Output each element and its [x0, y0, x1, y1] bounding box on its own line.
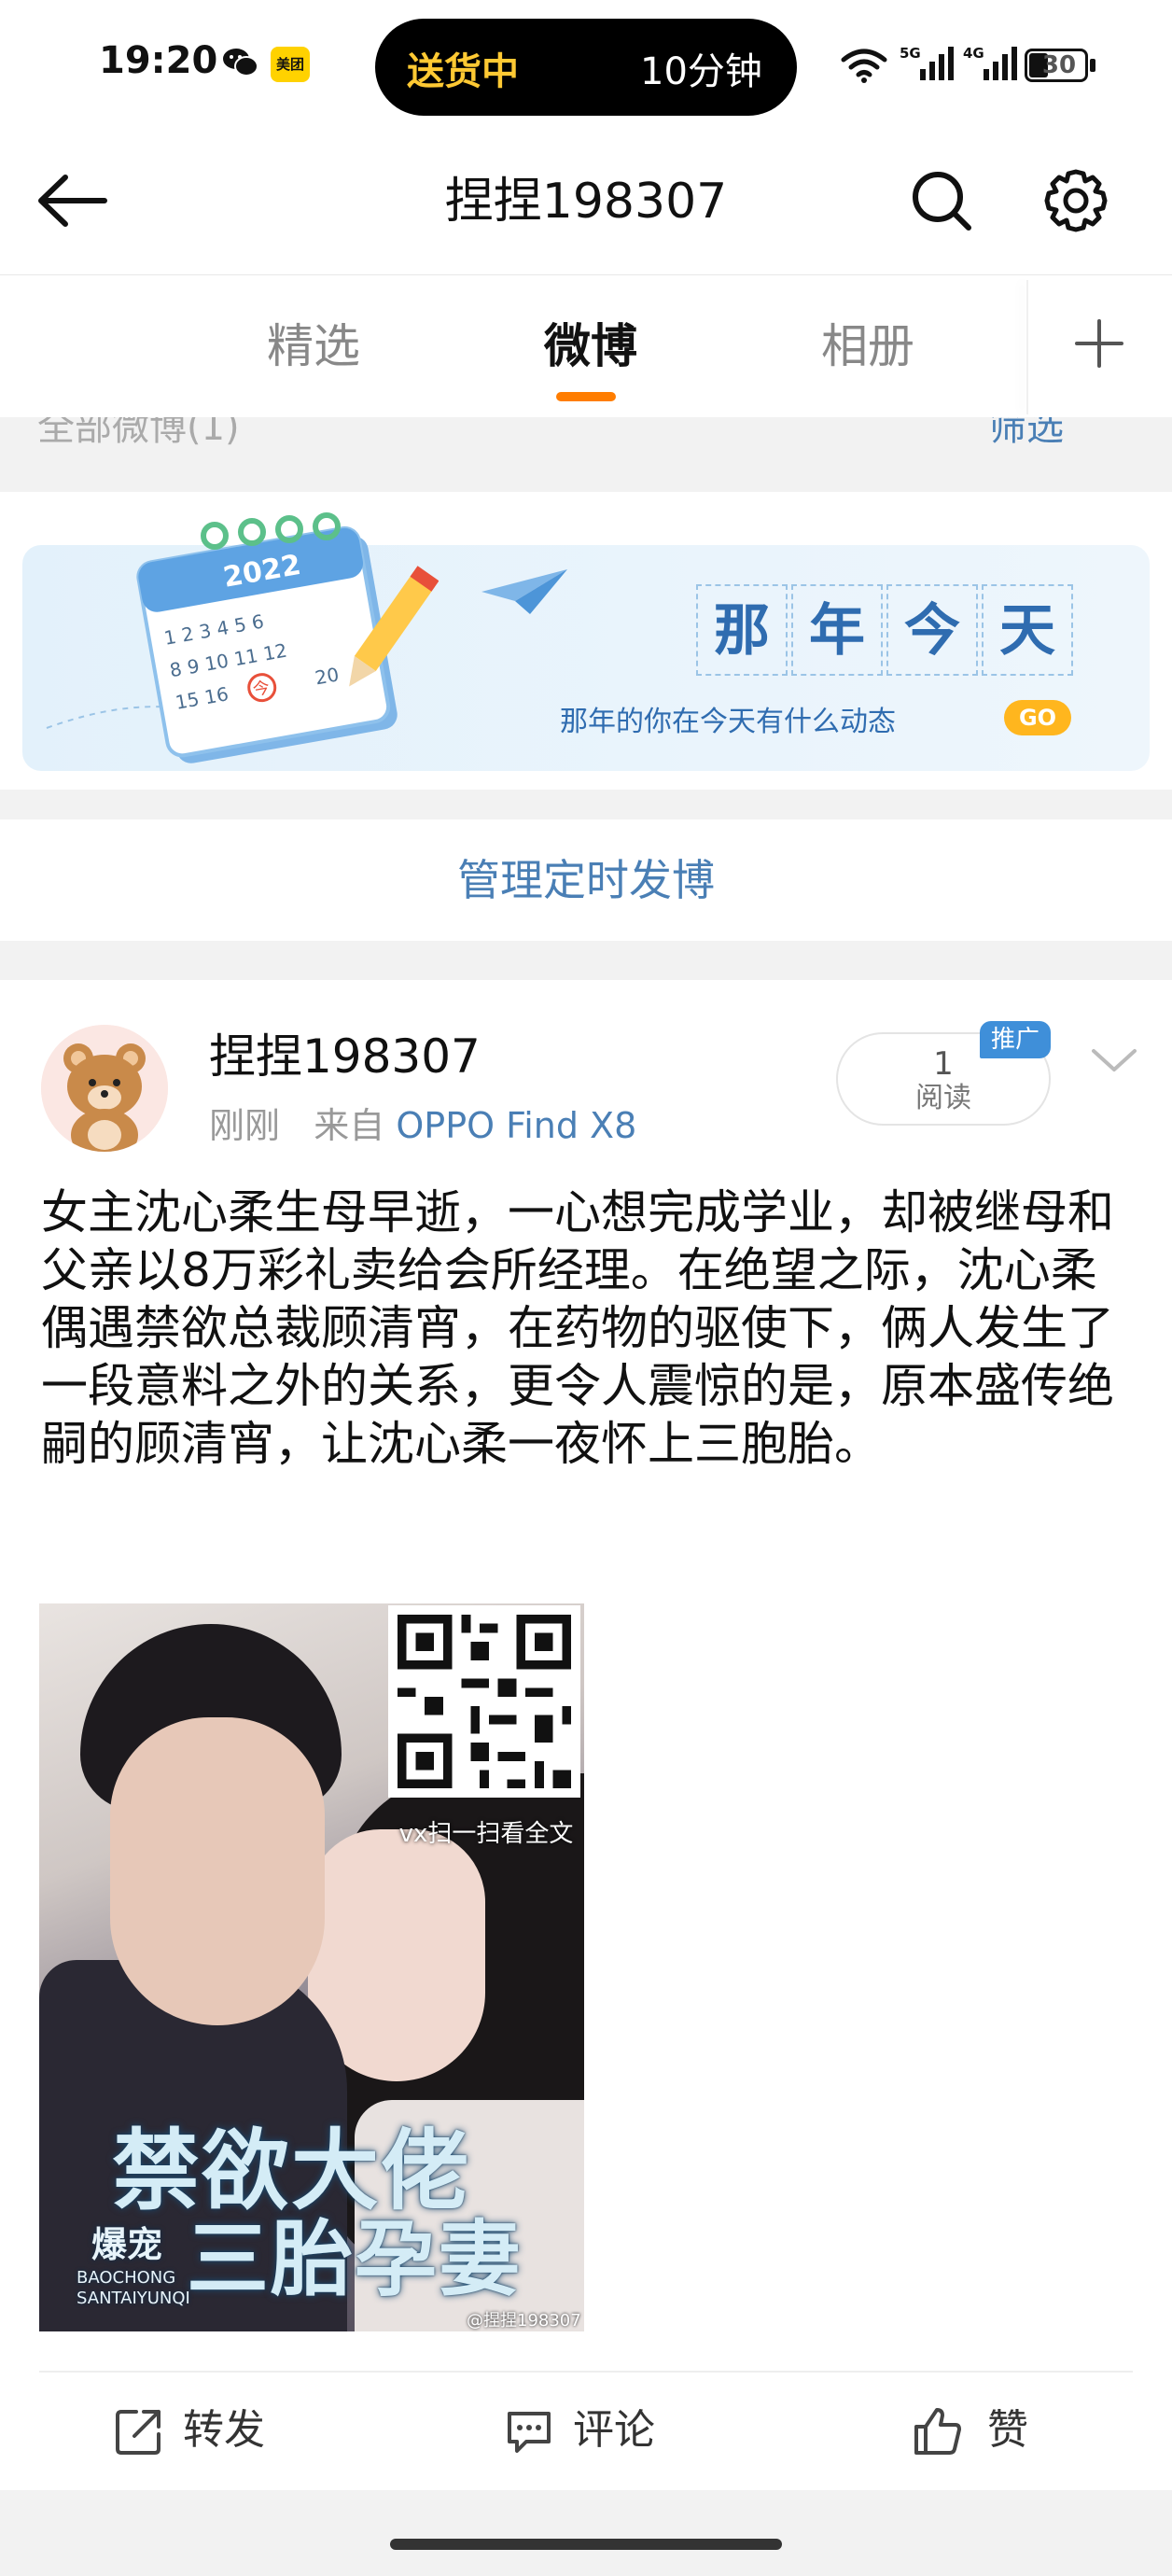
calendar-illustration-icon: 2022 1 2 3 4 5 6 8 9 10 11 12 15 16 20 今: [46, 512, 439, 763]
post-text: 女主沈心柔生母早逝，一心想完成学业，却被继母和父亲以8万彩礼卖给会所经理。在绝望…: [41, 1185, 1114, 1471]
post-time: 刚刚: [209, 1105, 281, 1146]
promote-badge[interactable]: 推广: [980, 1021, 1051, 1058]
image-pinyin: BAOCHONG SANTAIYUNQI: [77, 2268, 190, 2309]
image-badge: 爆宠: [91, 2224, 163, 2265]
bottom-area: [0, 2490, 1172, 2576]
section-divider: [0, 473, 1172, 492]
qr-code-icon: [388, 1605, 580, 1798]
active-tab-indicator: [556, 392, 616, 401]
post-device[interactable]: OPPO Find X8: [396, 1105, 636, 1146]
repost-button[interactable]: 转发: [183, 2402, 265, 2458]
svg-text:20: 20: [314, 663, 341, 689]
tab-album[interactable]: 相册: [812, 314, 924, 379]
like-button[interactable]: 赞: [987, 2402, 1028, 2458]
svg-text:4G: 4G: [963, 45, 984, 62]
on-this-day-title: 那 年 今 天: [696, 584, 1075, 681]
qr-caption: vx扫一扫看全文: [398, 1820, 574, 1848]
delivery-eta: 10分钟: [640, 50, 762, 93]
image-title-line2: 三胎孕妻: [187, 2210, 523, 2307]
image-man-face: [110, 1717, 325, 2025]
search-icon[interactable]: [909, 168, 974, 233]
avatar[interactable]: [41, 1025, 168, 1152]
paper-plane-icon: [481, 569, 567, 614]
home-indicator[interactable]: [390, 2539, 782, 2550]
section-divider: [0, 790, 1172, 819]
title-char: 今: [886, 584, 978, 676]
filter-button[interactable]: 筛选: [989, 417, 1064, 451]
title-char: 那: [696, 584, 788, 676]
image-watermark: @捏捏198307: [467, 2311, 581, 2331]
image-pinyin-line2: SANTAIYUNQI: [77, 2289, 190, 2308]
filter-bar-peek: 全部微博(1) 筛选: [0, 417, 1172, 473]
tab-divider: [1026, 280, 1028, 414]
all-posts-count[interactable]: 全部微博(1): [37, 417, 240, 451]
image-pinyin-line1: BAOCHONG: [77, 2268, 176, 2288]
svg-text:5G: 5G: [900, 45, 921, 62]
battery-level: 30: [1041, 51, 1077, 79]
gear-icon[interactable]: [1041, 166, 1110, 235]
comment-button[interactable]: 评论: [573, 2402, 655, 2458]
meituan-icon: 美团: [271, 47, 310, 82]
post-source-prefix: 来自: [314, 1105, 385, 1146]
title-char: 天: [982, 584, 1073, 676]
plus-icon[interactable]: [1073, 317, 1125, 370]
repost-icon[interactable]: [114, 2406, 164, 2457]
tab-featured[interactable]: 精选: [258, 314, 370, 379]
delivery-status: 送货中: [407, 50, 519, 93]
banner-subtitle: 那年的你在今天有什么动态: [560, 706, 896, 738]
svg-text:今: 今: [251, 678, 271, 700]
comment-icon[interactable]: [504, 2406, 554, 2457]
chevron-down-icon[interactable]: [1088, 1042, 1140, 1079]
go-button[interactable]: GO: [1004, 700, 1071, 735]
thumbs-up-icon[interactable]: [913, 2406, 963, 2457]
wechat-icon: [223, 49, 258, 77]
status-time: 19:20: [99, 39, 218, 82]
tab-weibo[interactable]: 微博: [532, 314, 649, 379]
signal-4g-icon: 4G: [963, 45, 1017, 80]
read-label: 阅读: [915, 1082, 971, 1114]
manage-scheduled-posts-button[interactable]: 管理定时发博: [0, 819, 1172, 941]
back-arrow-icon[interactable]: [34, 168, 112, 233]
action-divider: [39, 2371, 1133, 2373]
post-meta: 刚刚 来自 OPPO Find X8: [209, 1099, 636, 1152]
signal-5g-icon: 5G: [900, 45, 954, 80]
page-title: 捏捏198307: [444, 174, 728, 230]
wifi-icon: [841, 49, 887, 83]
post-username[interactable]: 捏捏198307: [209, 1027, 481, 1086]
section-divider: [0, 941, 1172, 980]
battery-tip: [1090, 59, 1095, 72]
title-char: 年: [791, 584, 883, 676]
